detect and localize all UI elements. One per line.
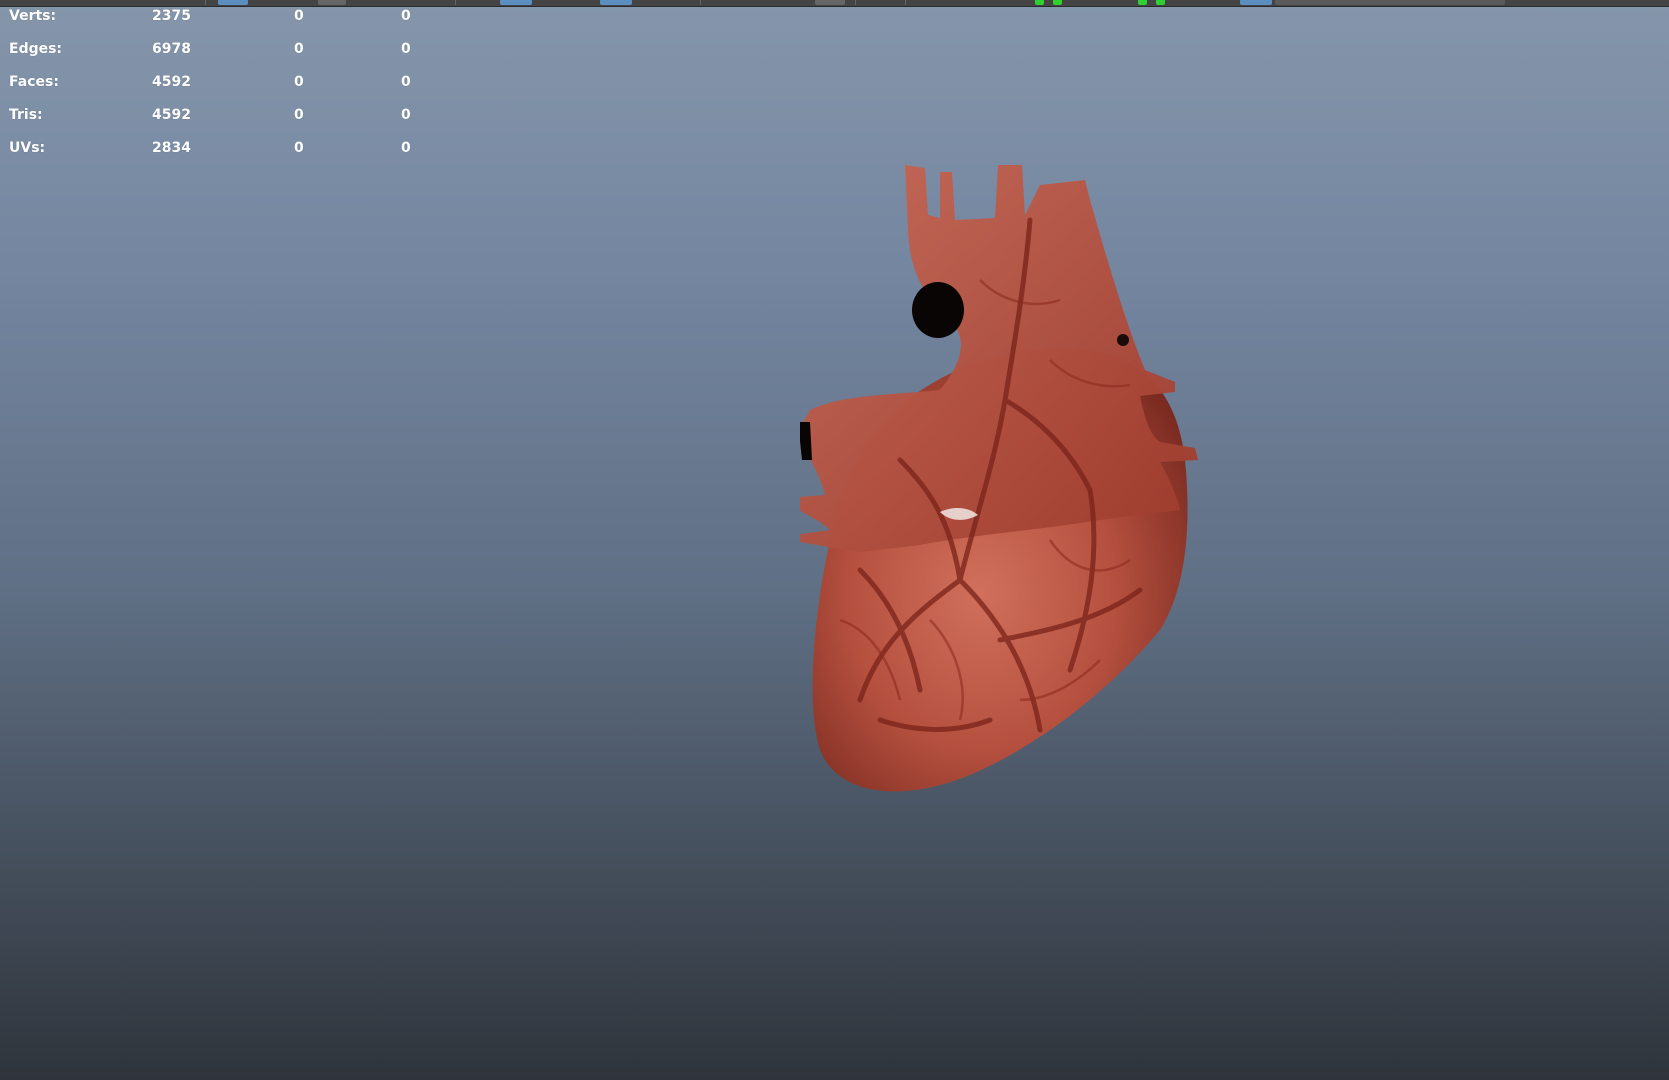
toolbar-strip bbox=[0, 0, 1669, 7]
hud-label: Faces: bbox=[9, 74, 59, 90]
hud-label: Edges: bbox=[9, 41, 63, 57]
toolbar-separator bbox=[855, 0, 856, 5]
status-indicator bbox=[1053, 0, 1062, 5]
toolbar-separator bbox=[455, 0, 456, 5]
toolbar-button[interactable] bbox=[318, 0, 346, 5]
hud-label: UVs: bbox=[9, 140, 46, 156]
viewport-3d[interactable]: Verts: 2375 0 0 Edges: 6978 0 0 Faces: 4… bbox=[0, 0, 1669, 1080]
toolbar-button[interactable] bbox=[815, 0, 845, 5]
hud-selected-value: 0 bbox=[401, 74, 411, 90]
hud-value: 4592 bbox=[152, 74, 191, 90]
hud-selected-value: 0 bbox=[294, 8, 304, 24]
hud-selected-value: 0 bbox=[294, 74, 304, 90]
toolbar-separator bbox=[700, 0, 701, 5]
atria-mesh bbox=[800, 165, 1198, 552]
vessel-opening bbox=[912, 282, 964, 338]
hud-selected-value: 0 bbox=[294, 41, 304, 57]
toolbar-separator bbox=[205, 0, 206, 5]
hud-selected-value: 0 bbox=[401, 41, 411, 57]
hud-selected-value: 0 bbox=[294, 140, 304, 156]
toolbar-button[interactable] bbox=[1240, 0, 1272, 5]
toolbar-button[interactable] bbox=[218, 0, 248, 5]
heart-model[interactable] bbox=[800, 160, 1280, 860]
hud-label: Tris: bbox=[9, 107, 43, 123]
status-indicator bbox=[1138, 0, 1147, 5]
vessel-opening bbox=[1117, 334, 1129, 346]
toolbar-button[interactable] bbox=[500, 0, 532, 5]
hud-selected-value: 0 bbox=[401, 107, 411, 123]
hud-value: 6978 bbox=[152, 41, 191, 57]
hud-selected-value: 0 bbox=[294, 107, 304, 123]
hud-value: 2375 bbox=[152, 8, 191, 24]
hud-selected-value: 0 bbox=[401, 140, 411, 156]
vessel-opening bbox=[800, 422, 812, 460]
toolbar-separator bbox=[905, 0, 906, 5]
hud-value: 2834 bbox=[152, 140, 191, 156]
toolbar-slider[interactable] bbox=[1275, 0, 1505, 5]
status-indicator bbox=[1156, 0, 1165, 5]
hud-label: Verts: bbox=[9, 8, 57, 24]
toolbar-button[interactable] bbox=[600, 0, 632, 5]
hud-value: 4592 bbox=[152, 107, 191, 123]
hud-selected-value: 0 bbox=[401, 8, 411, 24]
status-indicator bbox=[1035, 0, 1044, 5]
